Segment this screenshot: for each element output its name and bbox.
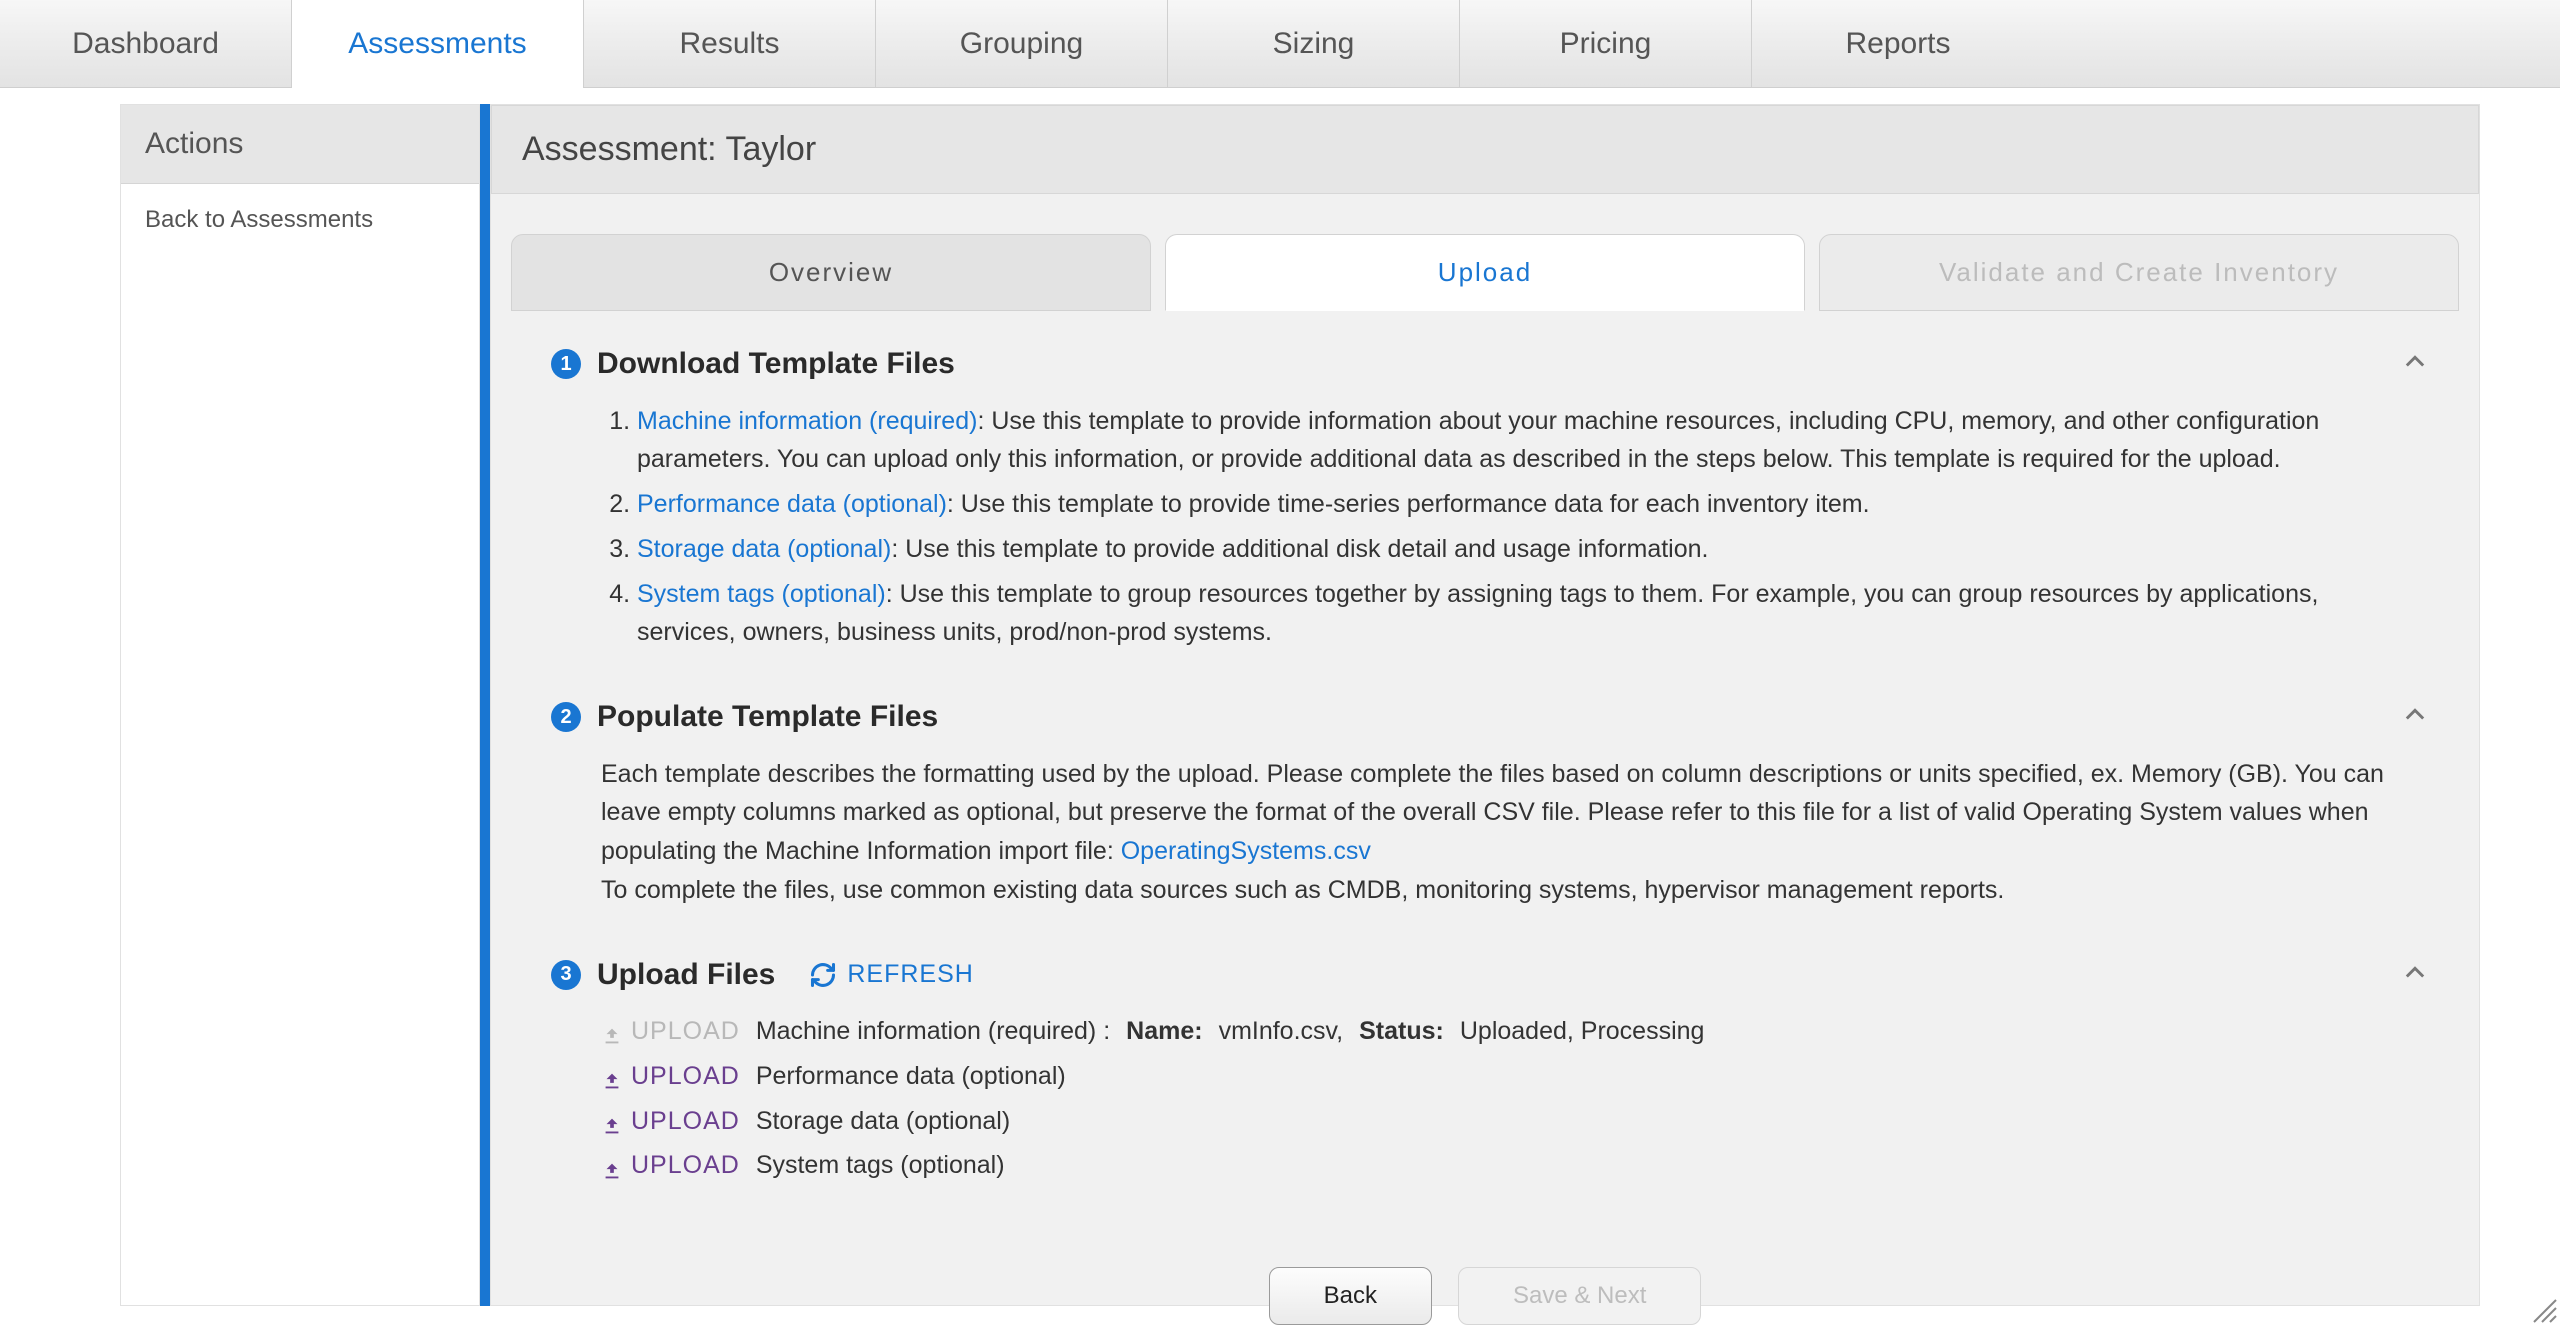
name-value: vmInfo.csv,	[1219, 1012, 1344, 1051]
section2-text-post: To complete the files, use common existi…	[601, 871, 2419, 910]
template-item-performance: Performance data (optional): Use this te…	[637, 485, 2419, 524]
upload-row-machine: UPLOAD Machine information (required) : …	[601, 1012, 2419, 1051]
upload-row-performance: UPLOAD Performance data (optional)	[601, 1057, 2419, 1096]
upload-label: UPLOAD	[631, 1102, 740, 1141]
system-tags-text: : Use this template to group resources t…	[637, 580, 2318, 647]
tab-results[interactable]: Results	[584, 0, 876, 87]
accent-bar	[480, 104, 490, 1306]
subtab-validate: Validate and Create Inventory	[1819, 234, 2459, 311]
tab-grouping[interactable]: Grouping	[876, 0, 1168, 87]
machine-info-link[interactable]: Machine information (required)	[637, 407, 977, 435]
upload-label: UPLOAD	[631, 1012, 740, 1051]
subtabs: Overview Upload Validate and Create Inve…	[511, 234, 2459, 311]
performance-data-link[interactable]: Performance data (optional)	[637, 490, 947, 518]
step-badge-2: 2	[551, 702, 581, 732]
subtab-upload[interactable]: Upload	[1165, 234, 1805, 311]
upload-icon	[601, 1155, 623, 1177]
upload-row-systemtags-label: System tags (optional)	[756, 1146, 1005, 1185]
upload-icon	[601, 1020, 623, 1042]
step-badge-3: 3	[551, 960, 581, 990]
back-to-assessments-link[interactable]: Back to Assessments	[121, 184, 479, 256]
section-download: 1 Download Template Files Machine inform…	[551, 341, 2419, 652]
content-panel: Assessment: Taylor Overview Upload Valid…	[490, 104, 2480, 1306]
upload-button-storage[interactable]: UPLOAD	[601, 1102, 740, 1141]
upload-button-systemtags[interactable]: UPLOAD	[601, 1146, 740, 1185]
system-tags-link[interactable]: System tags (optional)	[637, 580, 886, 608]
storage-data-text: : Use this template to provide additiona…	[891, 535, 1708, 563]
template-list: Machine information (required) : Use this…	[601, 402, 2419, 653]
tab-dashboard[interactable]: Dashboard	[0, 0, 292, 87]
section1-title: Download Template Files	[597, 341, 955, 388]
upload-row-systemtags: UPLOAD System tags (optional)	[601, 1146, 2419, 1185]
tab-sizing[interactable]: Sizing	[1168, 0, 1460, 87]
subtab-overview[interactable]: Overview	[511, 234, 1151, 311]
refresh-icon	[809, 961, 837, 989]
sidebar-title: Actions	[121, 105, 479, 184]
refresh-button[interactable]: REFRESH	[809, 955, 973, 994]
upload-icon	[601, 1065, 623, 1087]
page-title: Assessment: Taylor	[491, 105, 2479, 194]
top-nav: Dashboard Assessments Results Grouping S…	[0, 0, 2560, 88]
template-item-systemtags: System tags (optional): Use this templat…	[637, 575, 2419, 653]
actions-sidebar: Actions Back to Assessments	[120, 104, 480, 1306]
upload-label: UPLOAD	[631, 1057, 740, 1096]
footer-buttons: Back Save & Next	[491, 1267, 2479, 1325]
upload-row-performance-label: Performance data (optional)	[756, 1057, 1066, 1096]
template-item-machine: Machine information (required): Use this…	[637, 402, 2419, 480]
back-button[interactable]: Back	[1269, 1267, 1432, 1325]
tab-assessments[interactable]: Assessments	[292, 0, 584, 87]
template-item-storage: Storage data (optional): Use this templa…	[637, 530, 2419, 569]
status-value: Uploaded, Processing	[1460, 1012, 1705, 1051]
section2-title: Populate Template Files	[597, 694, 938, 741]
performance-data-text: : Use this template to provide time-seri…	[947, 490, 1870, 518]
step-badge-1: 1	[551, 349, 581, 379]
storage-data-link[interactable]: Storage data (optional)	[637, 535, 891, 563]
section-populate: 2 Populate Template Files Each template …	[551, 694, 2419, 910]
section2-text-pre: Each template describes the formatting u…	[601, 760, 2384, 866]
resize-grip-icon[interactable]	[2528, 1294, 2558, 1324]
upload-button-performance[interactable]: UPLOAD	[601, 1057, 740, 1096]
section2-body: Each template describes the formatting u…	[551, 755, 2419, 910]
upload-row-storage-label: Storage data (optional)	[756, 1102, 1010, 1141]
main-content: Actions Back to Assessments Assessment: …	[0, 88, 2560, 1326]
upload-row-storage: UPLOAD Storage data (optional)	[601, 1102, 2419, 1141]
collapse-icon[interactable]	[2401, 956, 2429, 999]
upload-icon	[601, 1110, 623, 1132]
collapse-icon[interactable]	[2401, 698, 2429, 741]
section-upload: 3 Upload Files REFRESH	[551, 952, 2419, 1186]
upload-button-machine: UPLOAD	[601, 1012, 740, 1051]
operating-systems-csv-link[interactable]: OperatingSystems.csv	[1121, 837, 1371, 865]
name-label: Name:	[1126, 1012, 1202, 1051]
tab-reports[interactable]: Reports	[1752, 0, 2044, 87]
collapse-icon[interactable]	[2401, 345, 2429, 388]
upload-label: UPLOAD	[631, 1146, 740, 1185]
tab-pricing[interactable]: Pricing	[1460, 0, 1752, 87]
save-next-button: Save & Next	[1458, 1267, 1701, 1325]
upload-row-machine-label: Machine information (required) :	[756, 1012, 1110, 1051]
refresh-label: REFRESH	[847, 955, 973, 994]
section3-title: Upload Files	[597, 952, 775, 999]
upload-rows: UPLOAD Machine information (required) : …	[551, 1012, 2419, 1185]
status-label: Status:	[1359, 1012, 1444, 1051]
sections: 1 Download Template Files Machine inform…	[491, 311, 2479, 1227]
